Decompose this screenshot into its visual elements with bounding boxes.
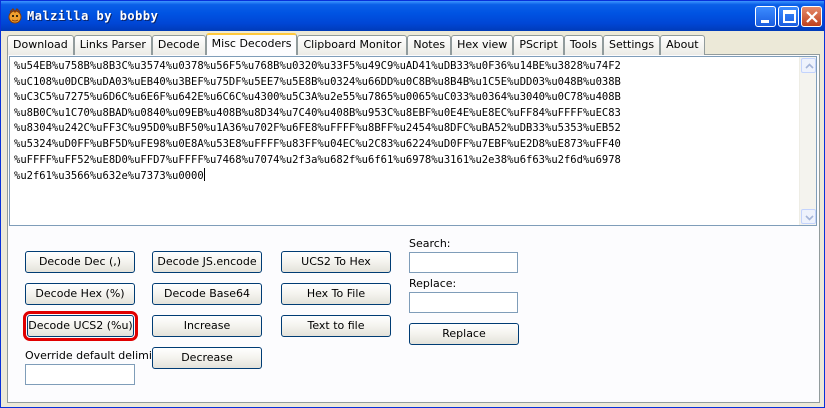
text-line: %uC3C5%u7275%u6D6C%u6E6F%u642E%u6C6C%u43… (14, 91, 621, 104)
decrease-button[interactable]: Decrease (152, 347, 262, 369)
text-line: %u8B0C%u1C70%u8BAD%u0840%u09EB%u408B%u8D… (14, 106, 621, 119)
malzilla-app-icon (8, 8, 22, 24)
override-delimiter-input[interactable] (25, 364, 135, 385)
maximize-icon (783, 10, 796, 23)
main-window: Malzilla by bobby Download Links Parser … (0, 0, 825, 408)
tab-settings[interactable]: Settings (602, 35, 661, 55)
tab-about[interactable]: About (660, 35, 705, 55)
scroll-down-button[interactable] (801, 209, 816, 224)
text-line: %uFFFF%uFF52%uE8D0%uFFD7%uFFFF%u7468%u70… (14, 153, 621, 166)
decode-dec-button[interactable]: Decode Dec (,) (25, 251, 135, 273)
decoder-text-content: %u54EB%u758B%u8B3C%u3574%u0378%u56F5%u76… (14, 59, 794, 185)
text-line: %u2f61%u3566%u632e%u7373%u0000 (14, 170, 204, 183)
replace-button[interactable]: Replace (409, 323, 519, 345)
minimize-button[interactable] (755, 6, 776, 27)
ucs2-to-hex-button[interactable]: UCS2 To Hex (281, 251, 391, 273)
text-line: %u8304%u242C%uFF3C%u95D0%uBF50%u1A36%u70… (14, 122, 621, 135)
tab-clipboard-monitor[interactable]: Clipboard Monitor (297, 35, 408, 55)
decode-hex-button[interactable]: Decode Hex (%) (25, 283, 135, 305)
chevron-up-icon (805, 63, 814, 69)
tab-decode[interactable]: Decode (151, 35, 206, 55)
replace-input[interactable] (409, 292, 518, 313)
search-input[interactable] (409, 252, 518, 273)
text-line: %u5324%uD0FF%uBF5D%uFE98%u0E8A%u53E8%uFF… (14, 137, 621, 150)
text-caret (203, 168, 205, 182)
tab-misc-decoders[interactable]: Misc Decoders (205, 33, 298, 55)
tab-hex-view[interactable]: Hex view (451, 35, 514, 55)
decode-ucs2-button[interactable]: Decode UCS2 (%u) (23, 311, 138, 341)
search-label: Search: (409, 237, 451, 250)
tab-notes[interactable]: Notes (407, 35, 452, 55)
hex-to-file-button[interactable]: Hex To File (281, 283, 391, 305)
text-line: %u54EB%u758B%u8B3C%u3574%u0378%u56F5%u76… (14, 60, 621, 72)
text-line: %uC108%u0DCB%uDA03%uEB40%u3BEF%u75DF%u5E… (14, 75, 621, 88)
decoder-text-area[interactable]: %u54EB%u758B%u8B3C%u3574%u0378%u56F5%u76… (9, 56, 817, 226)
tab-strip: Download Links Parser Decode Misc Decode… (7, 33, 705, 55)
increase-button[interactable]: Increase (152, 315, 262, 337)
chevron-down-icon (805, 215, 814, 221)
decode-base64-button[interactable]: Decode Base64 (152, 283, 262, 305)
tab-tools[interactable]: Tools (563, 35, 603, 55)
override-delimiter-label: Override default delimiter (25, 349, 168, 362)
text-to-file-button[interactable]: Text to file (281, 315, 391, 337)
replace-label: Replace: (409, 277, 457, 290)
decode-jsencode-button[interactable]: Decode JS.encode (152, 251, 262, 273)
window-title: Malzilla by bobby (27, 9, 159, 23)
vertical-scrollbar[interactable] (799, 57, 816, 225)
close-button[interactable] (801, 6, 822, 27)
scroll-up-button[interactable] (801, 58, 816, 73)
tab-pscript[interactable]: PScript (513, 35, 564, 55)
tab-download[interactable]: Download (7, 35, 74, 55)
minimize-icon (761, 20, 769, 23)
tab-links-parser[interactable]: Links Parser (73, 35, 152, 55)
close-icon (806, 11, 818, 23)
title-bar[interactable]: Malzilla by bobby (1, 1, 824, 31)
maximize-button[interactable] (778, 6, 799, 27)
